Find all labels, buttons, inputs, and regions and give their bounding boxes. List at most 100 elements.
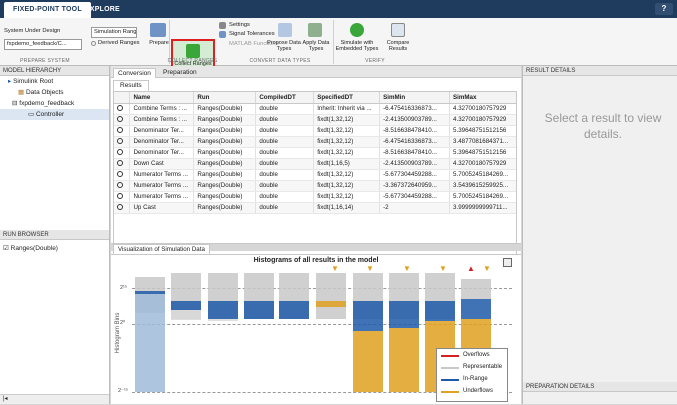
table-cell: Ranges(Double) [193,202,257,214]
histogram-bar[interactable] [208,301,238,319]
table-cell: -6.475416336873... [379,103,451,115]
propose-data-types-button[interactable]: Propose Data Types [267,40,301,52]
table-cell: Numerator Terms ... [129,191,195,203]
histogram-bar[interactable] [353,331,383,392]
system-under-design-select[interactable]: fxpdemo_feedback/C... [4,39,82,50]
ribbon: System Under Design fxpdemo_feedback/C..… [0,18,677,81]
run-item[interactable]: ☑ Ranges(Double) [3,243,58,254]
table-row[interactable]: Up Cast Ranges(Double) double fixdt(1,16,14… [114,202,516,214]
table-cell: Ranges(Double) [193,191,257,203]
table-cell: -5.677304459288... [379,191,451,203]
table-cell: 3.5439615259925... [449,180,516,192]
tree-item-data-objects[interactable]: ▦ Data Objects [0,87,109,98]
histogram-bar[interactable] [279,301,309,319]
visualization-panel: Histograms of all results in the model H… [111,254,521,404]
left-panel: MODEL HIERARCHY ▸ Simulink Root ▦ Data O… [0,66,110,404]
checkbox-icon[interactable]: ☑ [3,245,11,252]
tree-item-simulink-root[interactable]: ▸ Simulink Root [0,76,109,87]
results-table-body: Combine Terms : ... Ranges(Double) double I… [114,103,516,214]
simulate-embedded-types-button[interactable]: Simulate with Embedded Types [335,40,379,52]
table-cell: double [255,191,315,203]
signal-tolerances-button[interactable]: Signal Tolerances [229,31,275,37]
underflow-marker-icon: ▼ [483,264,491,273]
histogram-bar[interactable] [353,301,383,331]
table-cell: fixdt(1,32,12) [313,114,381,126]
prepare-icon[interactable] [150,23,166,37]
help-button[interactable]: ? [655,3,673,15]
table-cell: fixdt(1,32,12) [313,169,381,181]
histogram-bar[interactable] [171,310,201,320]
simulate-icon [350,23,364,37]
histogram-bar[interactable] [171,301,201,310]
col-compileddt[interactable]: CompiledDT [255,92,315,104]
tab-visualization[interactable]: Visualization of Simulation Data [113,244,210,254]
status-cell [114,169,131,181]
settings-button[interactable]: Settings [229,22,250,28]
table-row[interactable]: Numerator Terms ... Ranges(Double) double f… [114,191,516,203]
col-specifieddt[interactable]: SpecifiedDT [313,92,381,104]
table-row[interactable]: Numerator Terms ... Ranges(Double) double f… [114,169,516,181]
col-simmin[interactable]: SimMin [379,92,451,104]
histogram-bar[interactable] [389,301,419,328]
derived-ranges-radio[interactable] [91,41,96,46]
histogram-bar[interactable] [316,301,346,307]
histogram-bar[interactable] [316,273,346,319]
result-details-header: RESULT DETAILS [523,66,677,76]
overflow-marker-icon: ▲ [467,264,475,273]
histogram-bar[interactable] [461,299,491,319]
table-cell: Combine Terms : ... [129,114,195,126]
preparation-details-header[interactable]: PREPARATION DETAILS [523,382,677,392]
tab-preparation[interactable]: Preparation [159,68,201,78]
legend: Overflows Representable In-Range Underfl… [436,348,508,402]
table-header-row: Name Run CompiledDT SpecifiedDT SimMin S… [114,92,516,104]
main-tab-strip: Conversion Preparation [111,66,521,78]
col-name[interactable]: Name [129,92,195,104]
col-run[interactable]: Run [193,92,257,104]
histogram-bar[interactable] [135,294,165,392]
histogram-bar[interactable] [244,301,274,319]
status-cell [114,103,131,115]
table-row[interactable]: Combine Terms : ... Ranges(Double) double I… [114,103,516,115]
histogram-bar[interactable] [389,328,419,392]
tab-results[interactable]: Results [113,80,149,91]
tree-item-fxpdemo-feedback[interactable]: ⊟ fxpdemo_feedback [0,98,109,109]
compare-results-button[interactable]: Compare Results [382,40,414,52]
table-cell: -5.677304459288... [379,169,451,181]
table-cell: Up Cast [129,202,195,214]
results-table: Name Run CompiledDT SpecifiedDT SimMin S… [114,92,516,214]
underflow-marker-icon: ▼ [331,264,339,273]
table-cell: fixdt(1,16,14) [313,202,381,214]
model-hierarchy-title: MODEL HIERARCHY [3,68,62,74]
histogram-bar[interactable] [425,301,455,321]
table-cell: 4.32700180757929 [449,103,516,115]
run-browser-header: RUN BROWSER [0,230,109,240]
legend-overflows: Overflows [463,352,490,358]
table-cell: Down Cast [129,158,195,170]
table-cell: fixdt(1,32,12) [313,125,381,137]
table-row[interactable]: Down Cast Ranges(Double) double fixdt(1,16,… [114,158,516,170]
table-cell: double [255,114,315,126]
system-under-design-label: System Under Design [4,28,61,34]
table-row[interactable]: Denominator Ter... Ranges(Double) double fi… [114,136,516,148]
table-cell: double [255,103,315,115]
left-scrollbar[interactable]: |◂ [0,394,109,404]
table-row[interactable]: Denominator Ter... Ranges(Double) double fi… [114,147,516,159]
tree-item-controller[interactable]: ▭ Controller [0,109,109,120]
table-row[interactable]: Combine Terms : ... Ranges(Double) double f… [114,114,516,126]
histogram-bar[interactable] [461,279,491,299]
apply-data-types-button[interactable]: Apply Data Types [302,40,330,52]
range-type-select[interactable]: Simulation Ranges [91,27,137,38]
apply-data-types-icon [308,23,322,37]
status-cell [114,147,131,159]
table-cell: Combine Terms : ... [129,103,195,115]
table-row[interactable]: Denominator Ter... Ranges(Double) double fi… [114,125,516,137]
col-simmax[interactable]: SimMax [449,92,516,104]
table-cell: double [255,169,315,181]
table-row[interactable]: Numerator Terms ... Ranges(Double) double f… [114,180,516,192]
histogram-bar[interactable] [208,319,238,321]
subsystem-icon: ▭ [28,111,36,118]
table-cell: Numerator Terms ... [129,169,195,181]
table-cell: Ranges(Double) [193,136,257,148]
tab-conversion[interactable]: Conversion [113,68,156,78]
tab-explore[interactable]: EXPLORE [76,2,129,18]
